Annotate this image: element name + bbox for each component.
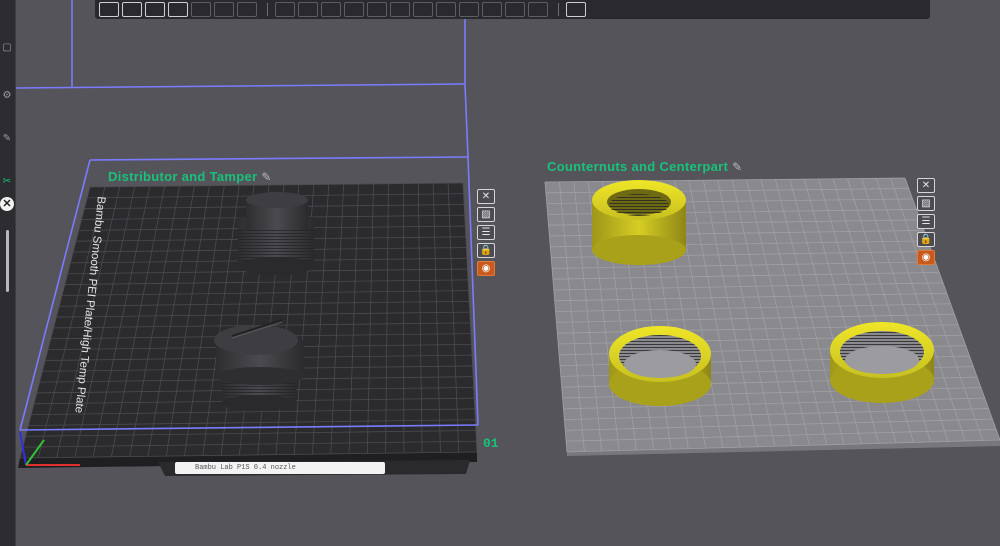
- scene: [14, 0, 1000, 476]
- plate-2-tools: ✕ ▨ ☰ 🔒 ◉: [917, 178, 937, 268]
- tamper-part[interactable]: [238, 192, 314, 275]
- rotate-icon[interactable]: [298, 2, 318, 17]
- tool-icon[interactable]: ✂: [1, 176, 13, 188]
- orient-icon[interactable]: [145, 2, 165, 17]
- plate-1-name[interactable]: Distributor and Tamper ✎: [108, 169, 272, 184]
- text-icon[interactable]: [459, 2, 479, 17]
- add-plate-icon[interactable]: [122, 2, 142, 17]
- toolbar-separator: [267, 3, 268, 16]
- top-toolbar: [95, 0, 930, 19]
- seam-paint-icon[interactable]: [436, 2, 456, 17]
- arrange-icon[interactable]: [168, 2, 188, 17]
- assembly-icon[interactable]: [505, 2, 525, 17]
- bounding-box-back: [14, 0, 469, 158]
- panel-icon[interactable]: ▢: [1, 42, 13, 54]
- left-sidebar-edge: ▢ ⚙ ✎ ✂ ✕: [0, 0, 16, 546]
- plate-1-tools: ✕ ▨ ☰ 🔒 ◉: [477, 189, 497, 279]
- grid-line: [402, 183, 405, 453]
- edit-icon[interactable]: ✎: [261, 170, 271, 184]
- close-icon[interactable]: ✕: [477, 189, 495, 204]
- scrollbar[interactable]: [6, 230, 9, 292]
- gear-icon[interactable]: ⚙: [1, 90, 13, 102]
- lock-icon[interactable]: 🔒: [477, 243, 495, 258]
- slice-icon[interactable]: ◉: [917, 250, 935, 265]
- edit-icon[interactable]: ✎: [732, 160, 742, 174]
- move-icon[interactable]: [275, 2, 295, 17]
- counternut-ring-2[interactable]: [830, 322, 934, 403]
- plate-2-name[interactable]: Counternuts and Centerpart ✎: [547, 159, 743, 174]
- layers-icon[interactable]: [237, 2, 257, 17]
- support-paint-icon[interactable]: [413, 2, 433, 17]
- view-icon[interactable]: [566, 2, 586, 17]
- plate-1-label: Distributor and Tamper: [108, 169, 258, 184]
- add-part-icon[interactable]: [99, 2, 119, 17]
- slice-icon[interactable]: ◉: [477, 261, 495, 276]
- image-icon[interactable]: ▨: [917, 196, 935, 211]
- cut-tool-icon[interactable]: [367, 2, 387, 17]
- close-icon[interactable]: ✕: [0, 197, 14, 211]
- cut-icon[interactable]: [214, 2, 234, 17]
- lock-icon[interactable]: 🔒: [917, 232, 935, 247]
- split-icon[interactable]: [191, 2, 211, 17]
- counternut-ring-1[interactable]: [609, 326, 711, 406]
- plate-1-number: 01: [483, 436, 499, 451]
- settings-icon[interactable]: ☰: [477, 225, 495, 240]
- mesh-boolean-icon[interactable]: [390, 2, 410, 17]
- toolbar-separator: [558, 3, 559, 16]
- scale-icon[interactable]: [321, 2, 341, 17]
- distributor-part[interactable]: [214, 319, 304, 411]
- lay-on-face-icon[interactable]: [344, 2, 364, 17]
- image-icon[interactable]: ▨: [477, 207, 495, 222]
- settings-icon[interactable]: ☰: [917, 214, 935, 229]
- plate-2-label: Counternuts and Centerpart: [547, 159, 729, 174]
- 3d-viewport[interactable]: ▢ ⚙ ✎ ✂ ✕ Distributor and Tamper ✎ Counte…: [0, 0, 1000, 546]
- close-icon[interactable]: ✕: [917, 178, 935, 193]
- color-paint-icon[interactable]: [528, 2, 548, 17]
- centerpart-ring[interactable]: [592, 180, 686, 265]
- measure-icon[interactable]: [482, 2, 502, 17]
- plate-printer-label: Bambu Lab P1S 0.4 nozzle: [175, 462, 385, 474]
- edit-icon[interactable]: ✎: [1, 133, 13, 145]
